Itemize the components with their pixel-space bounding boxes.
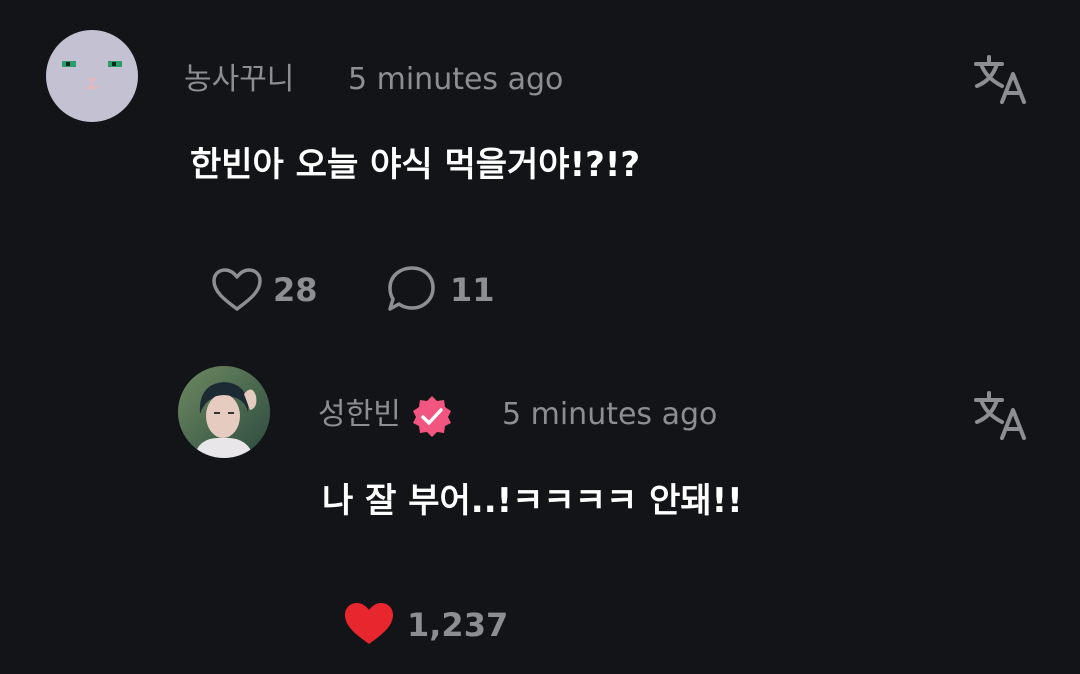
person-avatar-icon (178, 366, 270, 458)
heart-filled-icon (345, 603, 393, 644)
author-name[interactable]: 성한빈 (318, 395, 401, 435)
like-button[interactable] (342, 600, 396, 648)
avatar[interactable] (178, 366, 270, 458)
timestamp: 5 minutes ago (502, 397, 718, 432)
verified-badge-icon (410, 394, 454, 438)
reply-button[interactable] (386, 264, 438, 314)
heart-outline-icon (212, 268, 262, 311)
author-name[interactable]: 농사꾸니 (184, 60, 294, 100)
avatar[interactable] (46, 30, 138, 122)
cat-avatar-icon (62, 61, 122, 90)
like-button[interactable] (210, 266, 264, 314)
comment-bubble-icon (388, 266, 435, 311)
like-count: 28 (273, 271, 318, 309)
comment-text: 한빈아 오늘 야식 먹을거야!?!? (190, 145, 641, 185)
reply-count: 11 (450, 271, 495, 309)
like-count: 1,237 (407, 606, 509, 644)
translate-icon (974, 391, 1026, 440)
comment-text: 나 잘 부어..!ㅋㅋㅋㅋ 안돼!! (322, 481, 743, 521)
translate-button[interactable] (972, 388, 1028, 444)
translate-icon (974, 55, 1026, 104)
translate-button[interactable] (972, 52, 1028, 108)
timestamp: 5 minutes ago (348, 62, 564, 97)
